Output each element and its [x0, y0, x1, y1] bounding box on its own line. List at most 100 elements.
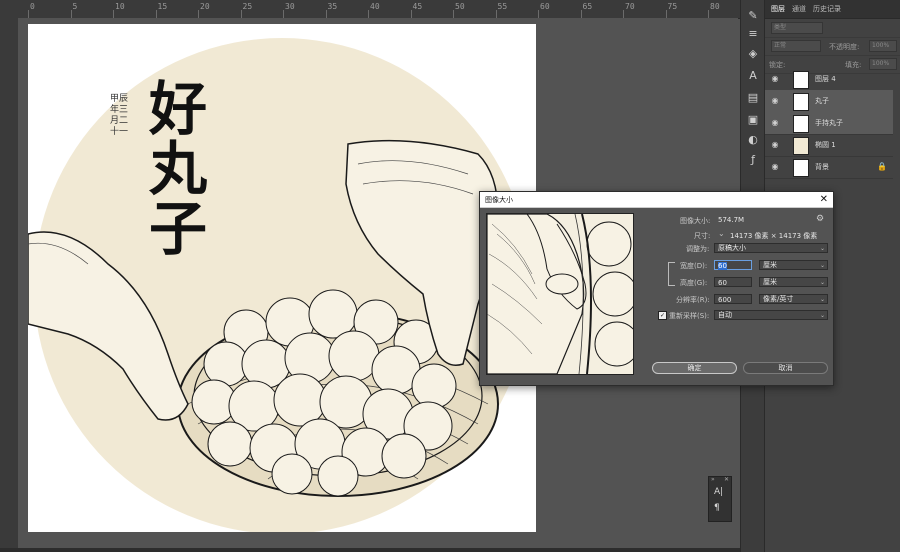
- adjust-icon[interactable]: ≡: [745, 26, 761, 42]
- ruler-number: 5: [72, 2, 78, 11]
- layer-name: 丸子: [815, 97, 829, 105]
- layer-name: 图层 4: [815, 75, 836, 83]
- layer-name: 背景: [815, 163, 829, 171]
- ruler-number: 30: [285, 2, 295, 11]
- filter-kind-select[interactable]: 类型: [771, 22, 823, 34]
- ruler-tick: [453, 10, 454, 18]
- brush-icon[interactable]: ✎: [745, 8, 761, 24]
- image-size-value: 574.7M: [718, 216, 745, 224]
- width-unit-value: 厘米: [763, 261, 777, 269]
- document-canvas[interactable]: 甲辰年三月二十一 好丸子: [28, 24, 536, 532]
- height-unit-select[interactable]: 厘米 ⌄: [759, 277, 828, 287]
- eye-icon[interactable]: ◉: [770, 140, 780, 150]
- ruler-tick: [155, 10, 157, 18]
- ruler-tick: [325, 10, 327, 18]
- eye-icon[interactable]: ◉: [770, 118, 780, 128]
- ruler-number: 35: [327, 2, 338, 11]
- width-input[interactable]: 60: [714, 260, 752, 270]
- cancel-button[interactable]: 取消: [743, 362, 828, 374]
- left-ruler[interactable]: [0, 18, 19, 548]
- horizontal-scrollbar[interactable]: [0, 548, 740, 552]
- opacity-input[interactable]: 100%: [869, 40, 897, 52]
- layer-filter-row: 类型: [765, 19, 900, 38]
- layer-row[interactable]: ◉ 丸子: [765, 90, 893, 113]
- resample-checkbox[interactable]: ✓: [658, 311, 667, 320]
- blend-mode-value: 正常: [774, 42, 787, 49]
- ruler-number: 65: [582, 2, 593, 11]
- resample-select[interactable]: 自动 ⌄: [714, 310, 828, 320]
- layer-row[interactable]: ◉ 手持丸子: [765, 112, 893, 135]
- info-icon[interactable]: ▣: [745, 112, 761, 128]
- preview-illustration: [487, 214, 633, 374]
- ruler-number: 10: [115, 2, 125, 11]
- chevron-down-icon: ⌄: [819, 296, 825, 303]
- width-unit-select[interactable]: 厘米 ⌄: [759, 260, 828, 270]
- layer-name: 手持丸子: [815, 119, 843, 127]
- chevron-down-icon: ⌄: [819, 279, 825, 286]
- chevron-down-icon[interactable]: ⌄: [718, 229, 725, 238]
- ok-button[interactable]: 确定: [652, 362, 737, 374]
- ruler-tick: [495, 10, 497, 18]
- opacity-value: 100%: [872, 42, 890, 49]
- panel-tabs: 图层 通道 历史记录: [765, 0, 900, 19]
- lock-icon: 🔒: [877, 162, 887, 171]
- ruler-tick: [580, 10, 582, 18]
- tab-layers[interactable]: 图层: [771, 4, 785, 14]
- artwork-title: 好丸子: [148, 75, 207, 263]
- close-icon[interactable]: ✕: [820, 193, 828, 206]
- properties-icon[interactable]: ▤: [745, 90, 761, 106]
- ruler-tick: [240, 10, 242, 18]
- layer-row[interactable]: ◉ 椭圆 1: [765, 134, 893, 157]
- ruler-tick: [198, 10, 199, 18]
- gear-icon[interactable]: ⚙: [816, 214, 824, 224]
- character-icon[interactable]: A: [745, 68, 761, 84]
- ruler-tick: [665, 10, 667, 18]
- type-icon[interactable]: A|: [714, 487, 723, 497]
- ruler-number: 15: [157, 2, 168, 11]
- dialog-title: 图像大小: [485, 196, 513, 204]
- tab-channels[interactable]: 通道: [792, 4, 806, 14]
- tab-history[interactable]: 历史记录: [813, 4, 841, 14]
- filter-kind-label: 类型: [774, 24, 787, 31]
- image-preview[interactable]: [486, 213, 634, 375]
- ruler-number: 70: [625, 2, 635, 11]
- close-icon[interactable]: ✕: [724, 476, 729, 483]
- top-ruler[interactable]: 0 5 10 15 20 25 30 35 40 45 50 55 60 65 70 75 80: [0, 0, 740, 19]
- layer-name: 椭圆 1: [815, 141, 836, 149]
- fit-to-select[interactable]: 原稿大小 ⌄: [714, 243, 828, 253]
- chevron-down-icon: ⌄: [819, 245, 825, 252]
- dialog-title-bar[interactable]: 图像大小 ✕: [480, 192, 833, 208]
- ruler-tick: [70, 10, 72, 18]
- paragraph-icon[interactable]: ¶: [714, 503, 720, 513]
- resolution-unit-select[interactable]: 像素/英寸 ⌄: [759, 294, 828, 304]
- fit-to-value: 原稿大小: [718, 244, 746, 252]
- cube-icon[interactable]: ◈: [745, 46, 761, 62]
- resample-label: 重新采样(S):: [669, 312, 710, 320]
- resample-value: 自动: [718, 311, 732, 319]
- layer-row[interactable]: ◉ 图层 4: [765, 68, 893, 91]
- width-value: 60: [718, 262, 727, 270]
- eye-icon[interactable]: ◉: [770, 162, 780, 172]
- ruler-number: 75: [667, 2, 678, 11]
- resolution-unit-value: 像素/英寸: [763, 295, 794, 303]
- height-input[interactable]: 60: [714, 277, 752, 287]
- resolution-label: 分辨率(R):: [676, 296, 710, 304]
- blend-row: 正常 不透明度: 100%: [765, 37, 900, 56]
- collapse-icon[interactable]: »: [711, 476, 715, 483]
- ruler-number: 0: [30, 2, 35, 11]
- eye-icon[interactable]: ◉: [770, 74, 780, 84]
- artwork-illustration: [28, 38, 530, 532]
- eye-icon[interactable]: ◉: [770, 96, 780, 106]
- layer-thumbnail: [793, 137, 809, 155]
- color-icon[interactable]: ◐: [745, 132, 761, 148]
- layer-row[interactable]: ◉ 背景 🔒: [765, 156, 893, 179]
- resolution-input[interactable]: 600: [714, 294, 752, 304]
- ruler-tick: [538, 10, 539, 18]
- ruler-tick: [410, 10, 412, 18]
- height-label: 高度(G):: [680, 279, 708, 287]
- ruler-tick: [708, 10, 709, 18]
- fx-icon[interactable]: ƒ: [745, 152, 761, 168]
- ruler-number: 55: [497, 2, 508, 11]
- chain-link-icon[interactable]: [668, 262, 675, 286]
- blend-mode-select[interactable]: 正常: [771, 40, 821, 52]
